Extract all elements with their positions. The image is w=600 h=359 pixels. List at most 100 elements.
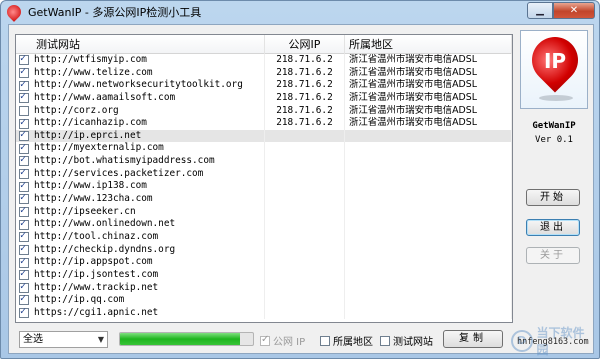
table-row[interactable]: https://cgi1.apnic.net — [16, 306, 512, 320]
minimize-button[interactable]: ▁ — [527, 2, 553, 19]
exit-button[interactable]: 退出 — [526, 219, 580, 236]
table-row[interactable]: http://wtfismyip.com 218.71.6.2浙江省温州市瑞安市电… — [16, 54, 512, 67]
title-bar[interactable]: GetWanIP - 多源公网IP检测小工具 ▁ ✕ — [1, 1, 599, 23]
table-row[interactable]: http://ip.appspot.com — [16, 256, 512, 269]
app-pin-icon — [4, 2, 24, 22]
table-row[interactable]: http://ipseeker.cn — [16, 205, 512, 219]
cell-site: http://ip.qq.com — [16, 294, 265, 307]
cell-location — [345, 230, 512, 244]
table-row[interactable]: http://tool.chinaz.com — [16, 230, 512, 244]
site-url: http://corz.org — [34, 104, 119, 116]
row-checkbox[interactable] — [19, 193, 29, 205]
site-url: http://services.packetizer.com — [34, 167, 204, 179]
cell-location — [345, 281, 512, 295]
window-title: GetWanIP - 多源公网IP检测小工具 — [28, 6, 202, 19]
table-row[interactable]: http://bot.whatismyipaddress.com — [16, 155, 512, 168]
cell-site: http://icanhazip.com — [16, 117, 265, 130]
row-checkbox[interactable] — [19, 142, 29, 154]
table-row[interactable]: http://services.packetizer.com — [16, 167, 512, 181]
minimize-icon: ▁ — [536, 5, 544, 16]
contact-email: hnfeng8163.com — [517, 337, 589, 347]
row-checkbox[interactable] — [19, 92, 29, 104]
row-checkbox[interactable] — [19, 206, 29, 218]
row-checkbox[interactable] — [19, 180, 29, 192]
copy-button[interactable]: 复制 — [443, 330, 503, 348]
row-checkbox[interactable] — [19, 294, 29, 306]
about-button[interactable]: 关于 — [526, 247, 580, 264]
table-row[interactable]: http://myexternalip.com — [16, 142, 512, 156]
cell-location — [345, 243, 512, 257]
progress-fill — [120, 333, 240, 345]
logo-text: IP — [543, 49, 567, 73]
row-checkbox[interactable] — [19, 54, 29, 66]
table-row[interactable]: http://www.telize.com 218.71.6.2浙江省温州市瑞安市… — [16, 66, 512, 80]
cell-ip — [265, 243, 345, 257]
window-controls: ▁ ✕ — [527, 2, 595, 19]
cell-ip: 218.71.6.2 — [265, 104, 345, 118]
cell-ip — [265, 142, 345, 156]
cell-location: 浙江省温州市瑞安市电信ADSL — [345, 79, 512, 92]
row-checkbox[interactable] — [19, 67, 29, 79]
app-window: GetWanIP - 多源公网IP检测小工具 ▁ ✕ 测试网站 公网IP 所属地… — [0, 0, 600, 359]
row-checkbox[interactable] — [19, 117, 29, 129]
header-site[interactable]: 测试网站 — [16, 35, 265, 54]
site-url: http://www.telize.com — [34, 66, 153, 78]
close-icon: ✕ — [569, 5, 579, 16]
table-row[interactable]: http://www.aamailsoft.com 218.71.6.2浙江省温州… — [16, 91, 512, 105]
table-row[interactable]: http://checkip.dyndns.org — [16, 243, 512, 257]
option-ip-checkbox[interactable] — [260, 334, 270, 346]
option-site-checkbox[interactable] — [380, 335, 390, 346]
table-row[interactable]: http://icanhazip.com 218.71.6.2浙江省温州市瑞安市电… — [16, 117, 512, 130]
cell-location — [345, 294, 512, 307]
site-url: http://www.123cha.com — [34, 193, 153, 205]
cell-ip — [265, 205, 345, 219]
table-row[interactable]: http://www.ip138.com — [16, 180, 512, 194]
table-row[interactable]: http://ip.jsontest.com — [16, 268, 512, 282]
row-checkbox[interactable] — [19, 130, 29, 142]
select-value: 全选 — [23, 334, 43, 345]
app-version: Ver 0.1 — [535, 135, 573, 145]
row-checkbox[interactable] — [19, 105, 29, 116]
table-row[interactable]: http://corz.org 218.71.6.2 浙江省温州市瑞安市电信ADSL — [16, 104, 512, 118]
cell-location: 浙江省温州市瑞安市电信ADSL — [345, 66, 512, 80]
cell-ip: 218.71.6.2 — [265, 91, 345, 105]
close-button[interactable]: ✕ — [553, 2, 595, 19]
row-checkbox[interactable] — [19, 269, 29, 281]
site-url: http://wtfismyip.com — [34, 54, 147, 65]
select-combo[interactable]: 全选 ▼ — [19, 331, 108, 348]
site-url: http://ipseeker.cn — [34, 205, 136, 217]
table-row[interactable]: http://www.trackip.net — [16, 281, 512, 295]
header-ip[interactable]: 公网IP — [265, 35, 345, 54]
start-button[interactable]: 开始 — [526, 189, 580, 206]
row-checkbox[interactable] — [19, 168, 29, 180]
cell-site: http://myexternalip.com — [16, 142, 265, 156]
row-checkbox[interactable] — [19, 244, 29, 256]
row-checkbox[interactable] — [19, 256, 29, 268]
cell-site: https://cgi1.apnic.net — [16, 306, 265, 320]
table-row[interactable]: http://www.123cha.com — [16, 193, 512, 206]
row-checkbox[interactable] — [19, 79, 29, 91]
site-url: http://www.trackip.net — [34, 281, 159, 293]
row-checkbox[interactable] — [19, 282, 29, 293]
cell-ip: 218.71.6.2 — [265, 54, 345, 67]
option-location-checkbox[interactable] — [320, 335, 330, 346]
cell-site: http://www.telize.com — [16, 66, 265, 80]
option-site[interactable]: 测试网站 — [380, 333, 433, 348]
table-row[interactable]: http://www.onlinedown.net — [16, 218, 512, 231]
list-header: 测试网站 公网IP 所属地区 — [16, 35, 512, 54]
option-ip[interactable]: 公网 IP — [260, 333, 305, 348]
cell-location — [345, 205, 512, 219]
table-row[interactable]: http://ip.qq.com — [16, 294, 512, 307]
table-row[interactable]: http://www.networksecuritytoolkit.org 218… — [16, 79, 512, 92]
row-checkbox[interactable] — [19, 307, 29, 319]
header-location[interactable]: 所属地区 — [345, 35, 512, 54]
row-checkbox[interactable] — [19, 218, 29, 230]
row-checkbox[interactable] — [19, 231, 29, 243]
site-url: https://cgi1.apnic.net — [34, 306, 159, 318]
option-location[interactable]: 所属地区 — [320, 333, 373, 348]
cell-location: 浙江省温州市瑞安市电信ADSL — [345, 117, 512, 130]
table-row[interactable]: http://ip.eprci.net — [16, 129, 512, 143]
row-checkbox[interactable] — [19, 155, 29, 167]
cell-location: 浙江省温州市瑞安市电信ADSL — [345, 91, 512, 105]
site-list[interactable]: 测试网站 公网IP 所属地区 http://wtfismyip.com 218.7… — [15, 34, 513, 323]
